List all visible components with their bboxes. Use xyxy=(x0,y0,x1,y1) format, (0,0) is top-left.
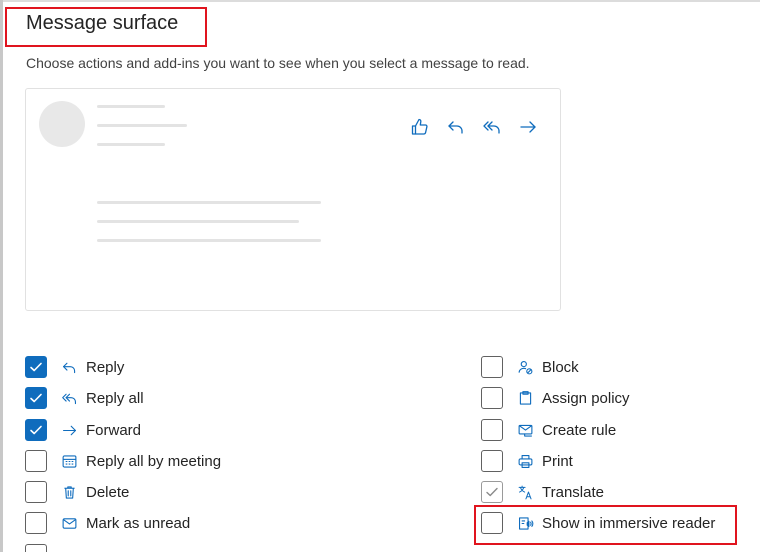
option-label: Assign policy xyxy=(542,389,630,407)
option-label: Reply xyxy=(86,358,125,376)
reply-all-icon xyxy=(59,388,79,408)
policy-icon xyxy=(515,388,535,408)
checkbox-mark-as-unread[interactable] xyxy=(25,512,47,534)
preview-toolbar xyxy=(408,115,540,139)
placeholder-line xyxy=(97,124,187,127)
checkbox-forward[interactable] xyxy=(25,419,47,441)
placeholder-line xyxy=(97,143,165,146)
immersive-reader-highlight-box xyxy=(474,505,737,545)
like-icon xyxy=(408,115,432,139)
checkbox-reply-all-by-meeting[interactable] xyxy=(25,450,47,472)
option-block[interactable]: Block xyxy=(481,356,579,378)
translate-icon xyxy=(515,482,535,502)
option-create-rule[interactable]: Create rule xyxy=(481,419,616,441)
section-subtitle: Choose actions and add-ins you want to s… xyxy=(26,55,530,71)
option-print[interactable]: Print xyxy=(481,450,573,472)
message-preview xyxy=(25,88,561,311)
reply-icon xyxy=(59,357,79,377)
option-label: Delete xyxy=(86,483,130,501)
partial-checkbox[interactable] xyxy=(25,544,47,552)
left-border xyxy=(0,0,3,552)
option-label: Translate xyxy=(542,483,604,501)
trash-icon xyxy=(59,482,79,502)
placeholder-line xyxy=(97,239,321,242)
checkbox-reply[interactable] xyxy=(25,356,47,378)
checkbox-delete[interactable] xyxy=(25,481,47,503)
option-label: Reply all xyxy=(86,389,144,407)
placeholder-line xyxy=(97,201,321,204)
rule-icon xyxy=(515,420,535,440)
printer-icon xyxy=(515,451,535,471)
placeholder-line xyxy=(97,105,165,108)
reply-all-icon xyxy=(480,115,504,139)
checkbox-print[interactable] xyxy=(481,450,503,472)
option-label: Print xyxy=(542,452,573,470)
block-person-icon xyxy=(515,357,535,377)
option-reply[interactable]: Reply xyxy=(25,356,124,378)
title-highlight-box xyxy=(5,7,207,47)
option-reply-all-by-meeting[interactable]: Reply all by meeting xyxy=(25,450,221,472)
option-delete[interactable]: Delete xyxy=(25,481,129,503)
option-reply-all[interactable]: Reply all xyxy=(25,387,144,409)
placeholder-line xyxy=(97,220,299,223)
option-label: Create rule xyxy=(542,421,617,439)
forward-icon xyxy=(516,115,540,139)
checkbox-reply-all[interactable] xyxy=(25,387,47,409)
checkbox-create-rule[interactable] xyxy=(481,419,503,441)
calendar-icon xyxy=(59,451,79,471)
envelope-icon xyxy=(59,513,79,533)
option-label: Mark as unread xyxy=(86,514,191,532)
option-translate[interactable]: Translate xyxy=(481,481,604,503)
forward-icon xyxy=(59,420,79,440)
top-border xyxy=(0,0,760,2)
checkbox-block[interactable] xyxy=(481,356,503,378)
option-label: Reply all by meeting xyxy=(86,452,222,470)
reply-icon xyxy=(444,115,468,139)
option-assign-policy[interactable]: Assign policy xyxy=(481,387,630,409)
checkbox-assign-policy[interactable] xyxy=(481,387,503,409)
avatar-placeholder xyxy=(39,101,85,147)
option-label: Block xyxy=(542,358,579,376)
option-forward[interactable]: Forward xyxy=(25,419,141,441)
option-mark-as-unread[interactable]: Mark as unread xyxy=(25,512,190,534)
checkbox-translate[interactable] xyxy=(481,481,503,503)
option-label: Forward xyxy=(86,421,142,439)
